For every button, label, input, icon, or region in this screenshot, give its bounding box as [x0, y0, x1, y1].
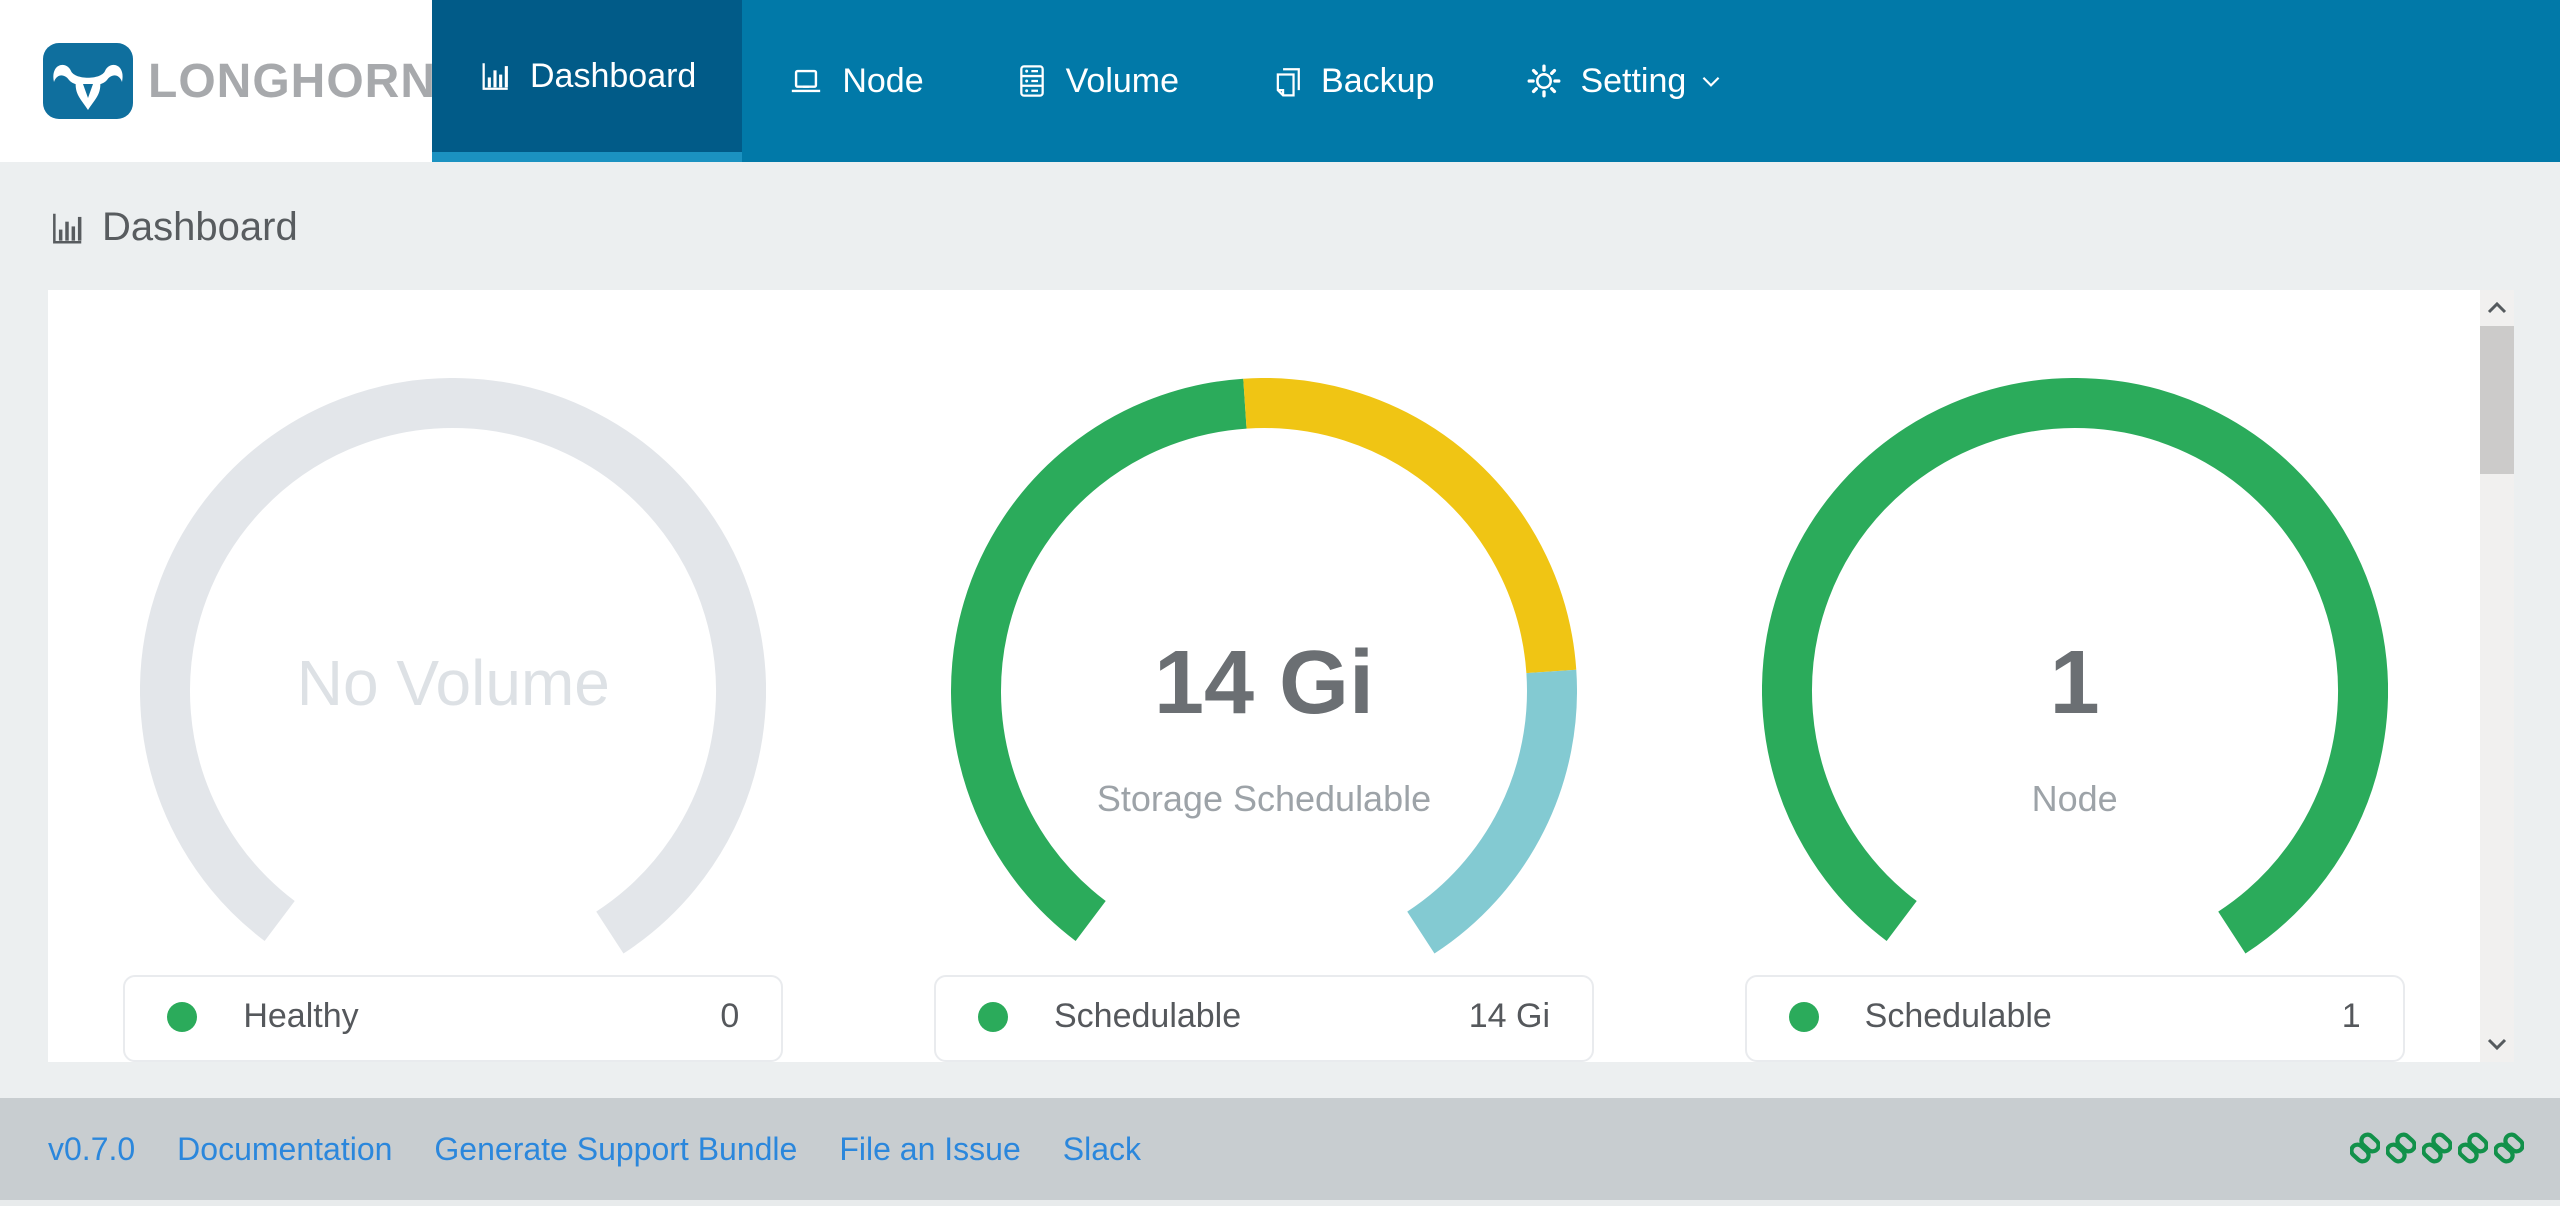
scrollbar-thumb[interactable]: [2480, 326, 2514, 474]
chain-link-icon[interactable]: [2494, 1131, 2524, 1167]
laptop-icon: [788, 64, 824, 98]
slack-link[interactable]: Slack: [1063, 1131, 1141, 1168]
footer: v0.7.0 Documentation Generate Support Bu…: [0, 1098, 2560, 1200]
storage-gauge-primary-text: 14 Gi: [951, 628, 1577, 738]
volume-gauge-column: No Volume Healthy 0: [48, 290, 859, 1062]
storage-gauge-column: 14 Gi Storage Schedulable Schedulable 14…: [859, 290, 1670, 1062]
nav-label: Dashboard: [530, 57, 696, 96]
file-an-issue-link[interactable]: File an Issue: [839, 1131, 1020, 1168]
storage-gauge: 14 Gi Storage Schedulable: [951, 378, 1577, 957]
scroll-down-arrow[interactable]: [2480, 1026, 2514, 1062]
gear-icon: [1526, 63, 1562, 99]
nav-item-node[interactable]: Node: [742, 0, 969, 162]
nav-label: Setting: [1580, 62, 1686, 101]
nav-label: Volume: [1066, 62, 1179, 101]
chain-link-icon[interactable]: [2422, 1131, 2452, 1167]
chevron-down-icon: [1698, 68, 1724, 94]
nav-item-setting[interactable]: Setting: [1480, 0, 1770, 162]
node-gauge: 1 Node: [1762, 378, 2388, 957]
bar-chart-icon: [48, 209, 86, 247]
server-icon: [1016, 63, 1048, 99]
chain-link-icon[interactable]: [2458, 1131, 2488, 1167]
footer-links: v0.7.0 Documentation Generate Support Bu…: [48, 1131, 1183, 1168]
node-gauge-primary-text: 1: [1762, 628, 2388, 738]
chain-link-icon[interactable]: [2350, 1131, 2380, 1167]
nav-item-backup[interactable]: Backup: [1225, 0, 1480, 162]
documentation-link[interactable]: Documentation: [177, 1131, 392, 1168]
top-navbar: LONGHORN Dashboard Node: [0, 0, 2560, 162]
dashboard-card: No Volume Healthy 0 14 Gi Storage Schedu…: [48, 290, 2514, 1062]
nav-item-volume[interactable]: Volume: [970, 0, 1225, 162]
scrollbar[interactable]: [2480, 290, 2514, 1062]
brand[interactable]: LONGHORN: [0, 0, 432, 162]
chain-link-icon[interactable]: [2386, 1131, 2416, 1167]
legend-dot: [167, 1002, 197, 1032]
generate-support-bundle-link[interactable]: Generate Support Bundle: [434, 1131, 797, 1168]
bar-chart-icon: [478, 59, 512, 93]
page-title: Dashboard: [48, 205, 298, 250]
legend-dot: [978, 1002, 1008, 1032]
chevron-down-icon: [2487, 1037, 2507, 1051]
bottom-strip: [0, 1200, 2560, 1206]
node-gauge-column: 1 Node Schedulable 1: [1669, 290, 2480, 1062]
version-link[interactable]: v0.7.0: [48, 1131, 135, 1168]
volume-gauge-primary-text: No Volume: [140, 628, 766, 738]
brand-name: LONGHORN: [148, 54, 436, 109]
nav-menu: Dashboard Node Volume: [432, 0, 1770, 162]
copy-icon: [1271, 64, 1303, 98]
nav-label: Backup: [1321, 62, 1434, 101]
scroll-up-arrow[interactable]: [2480, 290, 2514, 326]
nav-item-dashboard[interactable]: Dashboard: [432, 0, 742, 162]
nav-label: Node: [842, 62, 923, 101]
node-gauge-secondary-text: Node: [1762, 778, 2388, 820]
volume-gauge: No Volume: [140, 378, 766, 957]
chevron-up-icon: [2487, 301, 2507, 315]
gauges-row: No Volume Healthy 0 14 Gi Storage Schedu…: [48, 290, 2480, 1062]
longhorn-logo-icon: [42, 42, 134, 120]
storage-gauge-secondary-text: Storage Schedulable: [951, 778, 1577, 820]
link-icons: [2350, 1131, 2524, 1167]
legend-dot: [1789, 1002, 1819, 1032]
page-title-text: Dashboard: [102, 205, 298, 250]
